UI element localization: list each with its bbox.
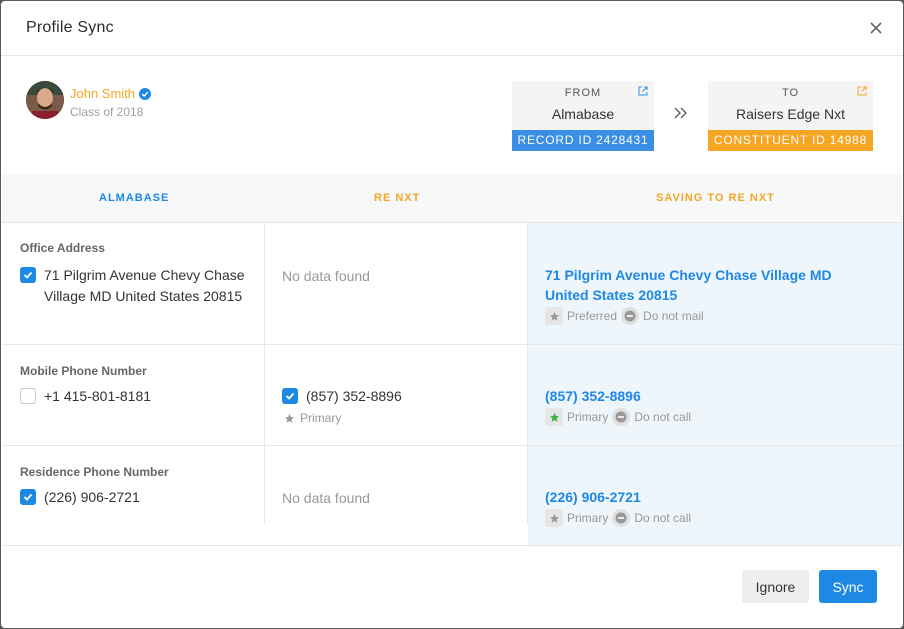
almabase-option: 71 Pilgrim Avenue Chevy Chase Village MD… [20,265,250,307]
from-label: FROM [564,87,602,99]
almabase-cell: Mobile Phone Number +1 415-801-8181 [2,345,265,445]
constituent-id-badge: CONSTITUENT ID 14988 [708,130,873,151]
renxt-cell: No data found [265,223,528,344]
renxt-value: (857) 352-8896 [306,388,402,404]
tag-primary: Primary [567,410,609,424]
close-icon[interactable] [867,19,885,37]
saving-cell: (226) 906-2721 Primary Do not call [528,446,902,545]
column-headers: ALMABASE RE NXT SAVING TO RE NXT [2,174,902,223]
renxt-cell: No data found [265,446,528,524]
to-label: TO [781,87,800,99]
tag-preferred: Preferred [567,309,618,323]
column-saving: SAVING TO RE NXT [656,192,775,204]
column-renxt: RE NXT [374,192,421,204]
saving-tags: Primary Do not call [545,408,691,426]
almabase-value: (226) 906-2721 [44,489,140,505]
tag-do-not-call: Do not call [634,410,692,424]
table-row: Office Address 71 Pilgrim Avenue Chevy C… [2,223,902,345]
renxt-cell: (857) 352-8896 Primary [265,345,528,445]
modal-footer: Ignore Sync [1,545,903,628]
profile-summary: John Smith Class of 2018 [26,81,326,123]
ignore-button[interactable]: Ignore [742,570,809,603]
star-icon[interactable] [545,307,563,325]
minus-circle-icon[interactable] [621,307,640,325]
checkbox[interactable] [282,388,298,404]
modal-header: Profile Sync [1,1,903,56]
renxt-option: (857) 352-8896 [282,386,402,407]
no-data-text: No data found [282,490,370,506]
sync-direction-icon [673,106,689,123]
star-icon[interactable] [545,509,563,527]
external-link-icon[interactable] [857,86,867,96]
source-card-from: FROM Almabase RECORD ID 2428431 [512,81,654,151]
table-row: Mobile Phone Number +1 415-801-8181 (857… [2,345,902,446]
tag-do-not-call: Do not call [634,511,692,525]
profile-name[interactable]: John Smith [70,86,135,101]
almabase-option: +1 415-801-8181 [20,386,151,407]
profile-name-row: John Smith [70,86,152,101]
almabase-cell: Residence Phone Number (226) 906-2721 [2,446,265,524]
saving-tags: Primary Do not call [545,509,691,527]
avatar [26,81,64,119]
checkbox[interactable] [20,489,36,505]
almabase-value: +1 415-801-8181 [44,388,152,404]
saving-value: (857) 352-8896 [545,388,641,404]
saving-tags: Preferred Do not mail [545,307,704,325]
tag-primary: Primary [300,411,342,425]
source-card-to: TO Raisers Edge Nxt CONSTITUENT ID 14988 [708,81,873,151]
modal-title: Profile Sync [26,19,114,36]
profile-class: Class of 2018 [70,105,144,119]
record-id-badge: RECORD ID 2428431 [512,130,654,151]
tag-primary: Primary [567,511,609,525]
star-icon [284,413,295,423]
checkbox[interactable] [20,267,36,283]
profile-sync-modal: Profile Sync John Smith Class of 2018 FR… [1,1,903,628]
saving-value: (226) 906-2721 [545,489,641,505]
from-name: Almabase [551,106,615,122]
saving-cell: (857) 352-8896 Primary Do not call [528,345,902,445]
minus-circle-icon[interactable] [612,509,631,527]
tag-do-not-mail: Do not mail [643,309,704,323]
field-label: Office Address [20,241,105,255]
field-label: Mobile Phone Number [20,364,147,378]
table-row: Residence Phone Number (226) 906-2721 No… [2,446,902,546]
sync-button[interactable]: Sync [819,570,877,603]
saving-cell: 71 Pilgrim Avenue Chevy Chase Village MD… [528,223,902,344]
minus-circle-icon[interactable] [612,408,631,426]
star-icon[interactable] [545,408,563,426]
external-link-icon[interactable] [638,86,648,96]
saving-value: 71 Pilgrim Avenue Chevy Chase Village MD… [545,267,832,303]
almabase-value: 71 Pilgrim Avenue Chevy Chase Village MD… [44,267,245,304]
no-data-text: No data found [282,268,370,284]
verified-icon [139,87,152,100]
renxt-tag: Primary [284,411,341,425]
almabase-cell: Office Address 71 Pilgrim Avenue Chevy C… [2,223,265,344]
field-label: Residence Phone Number [20,465,169,479]
column-almabase: ALMABASE [99,192,170,204]
almabase-option: (226) 906-2721 [20,487,140,508]
to-name: Raisers Edge Nxt [736,106,845,122]
checkbox[interactable] [20,388,36,404]
